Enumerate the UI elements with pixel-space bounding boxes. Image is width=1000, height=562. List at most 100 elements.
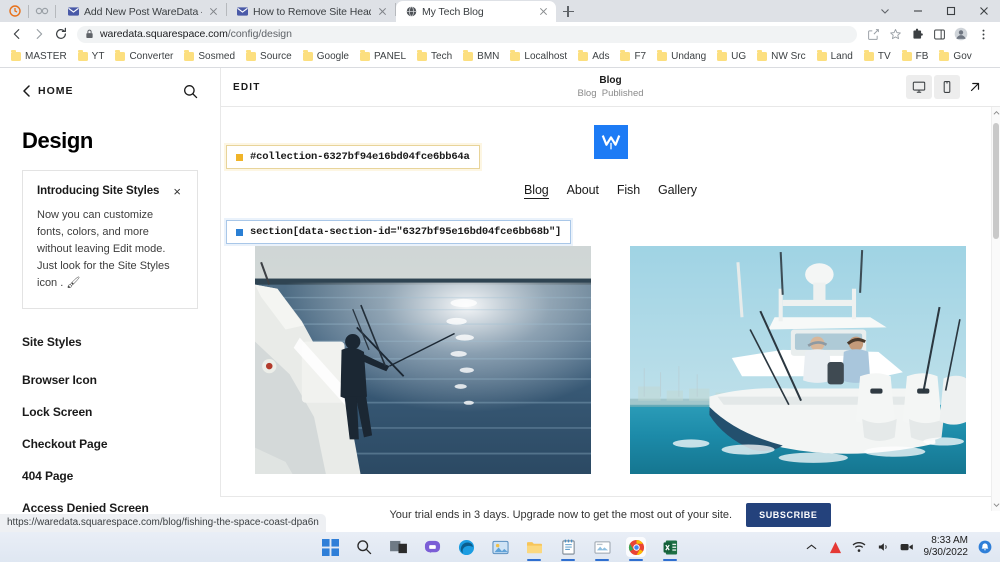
bookmark-item[interactable]: BMN <box>458 49 504 64</box>
bookmark-item[interactable]: YT <box>73 49 110 64</box>
chrome-icon[interactable] <box>626 537 646 561</box>
show-hidden-icons-chevron[interactable] <box>804 540 819 555</box>
tab-groups-icon[interactable] <box>31 0 53 22</box>
bookmark-item[interactable]: Tech <box>412 49 457 64</box>
bookmark-item[interactable]: Ads <box>573 49 614 64</box>
new-tab-button[interactable] <box>556 1 580 22</box>
nav-link-blog[interactable]: Blog <box>524 183 549 199</box>
bookmark-item[interactable]: NW Src <box>752 49 810 64</box>
blog-post-image-1[interactable] <box>255 246 591 474</box>
site-logo[interactable] <box>593 125 628 159</box>
antivirus-icon[interactable] <box>828 540 843 555</box>
news-icon[interactable] <box>592 537 612 561</box>
clock-time: 8:33 AM <box>931 535 968 546</box>
reload-icon[interactable] <box>51 24 71 44</box>
site-nav: Blog About Fish Gallery <box>221 183 1000 199</box>
close-icon[interactable] <box>376 5 389 18</box>
bookmark-label: Google <box>316 51 349 62</box>
sidebar-back-home[interactable]: HOME <box>22 85 74 97</box>
extensions-icon[interactable] <box>907 24 927 44</box>
browser-tab-2[interactable]: How to Remove Site Header Sq <box>227 1 395 22</box>
nav-link-fish[interactable]: Fish <box>617 183 640 199</box>
camera-icon[interactable] <box>900 540 915 555</box>
task-view-icon[interactable] <box>388 537 408 557</box>
volume-icon[interactable] <box>876 540 891 555</box>
excel-icon[interactable] <box>660 537 680 561</box>
tab-strip-divider <box>28 4 29 18</box>
preview-scrollbar[interactable] <box>991 107 1000 511</box>
notepad-icon[interactable] <box>558 537 578 561</box>
bookmark-item[interactable]: Gov <box>934 49 976 64</box>
bookmark-item[interactable]: Land <box>812 49 858 64</box>
external-link-icon[interactable] <box>962 75 988 99</box>
blog-post-image-2[interactable] <box>630 246 966 474</box>
minimize-icon[interactable] <box>901 0 934 22</box>
folder-icon <box>816 50 827 61</box>
status-bar-url: https://waredata.squarespace.com/blog/fi… <box>0 514 326 532</box>
side-panel-icon[interactable] <box>929 24 949 44</box>
profile-avatar-icon[interactable] <box>951 24 971 44</box>
subscribe-button[interactable]: SUBSCRIBE <box>746 502 831 527</box>
bookmark-item[interactable]: UG <box>712 49 751 64</box>
bookmark-label: TV <box>877 51 891 62</box>
close-icon[interactable] <box>207 5 220 18</box>
folder-icon <box>246 50 257 61</box>
fishing-from-boat-photo <box>255 246 591 474</box>
close-icon[interactable] <box>537 5 550 18</box>
scroll-up-icon[interactable] <box>992 107 1000 119</box>
bookmark-item[interactable]: Google <box>298 49 354 64</box>
nav-link-about[interactable]: About <box>567 183 599 199</box>
browser-tab-1[interactable]: Add New Post WareData — W <box>58 1 226 22</box>
bookmark-item[interactable]: F7 <box>615 49 651 64</box>
chrome-menu-icon[interactable] <box>973 24 993 44</box>
bookmark-item[interactable]: Localhost <box>505 49 572 64</box>
bookmark-item[interactable]: FB <box>897 49 934 64</box>
edit-button[interactable]: EDIT <box>233 82 261 93</box>
desktop-icon[interactable] <box>906 75 932 99</box>
browser-tab-3-active[interactable]: My Tech Blog <box>396 1 556 22</box>
start-windows-icon[interactable] <box>320 537 340 557</box>
sidebar-item-site-styles[interactable]: Site Styles <box>22 335 198 349</box>
bookmark-label: Localhost <box>524 51 568 62</box>
bookmark-star-icon[interactable] <box>885 24 905 44</box>
bookmark-label: Sosmed <box>198 51 236 62</box>
sidebar-item-404-page[interactable]: 404 Page <box>22 469 198 483</box>
bookmark-item[interactable]: Converter <box>110 49 178 64</box>
folder-icon <box>578 50 589 61</box>
share-icon[interactable] <box>863 24 883 44</box>
chat-icon[interactable] <box>422 537 442 557</box>
forward-icon[interactable] <box>29 24 49 44</box>
edge-icon[interactable] <box>456 537 476 557</box>
bookmark-item[interactable]: MASTER <box>6 49 72 64</box>
back-icon[interactable] <box>7 24 27 44</box>
sidebar-item-browser-icon[interactable]: Browser Icon <box>22 373 198 387</box>
bookmark-item[interactable]: Source <box>241 49 297 64</box>
bookmark-item[interactable]: Undang <box>652 49 711 64</box>
maximize-icon[interactable] <box>934 0 967 22</box>
address-bar[interactable]: waredata.squarespace.com/config/design <box>77 25 857 43</box>
bookmark-item[interactable]: Sosmed <box>179 49 240 64</box>
nav-link-gallery[interactable]: Gallery <box>658 183 697 199</box>
scroll-down-icon[interactable] <box>992 499 1000 511</box>
chevron-down-icon[interactable] <box>868 0 901 22</box>
taskbar-clock[interactable]: 8:33 AM 9/30/2022 <box>924 535 969 559</box>
search-icon[interactable] <box>183 84 198 99</box>
browser-window: Add New Post WareData — W How to Remove … <box>0 0 1000 547</box>
wifi-icon[interactable] <box>852 540 867 555</box>
close-icon[interactable]: × <box>171 185 183 198</box>
tab-search-recent-icon[interactable] <box>4 0 26 22</box>
promo-body: Now you can customize fonts, colors, and… <box>37 209 170 290</box>
scrollbar-thumb[interactable] <box>993 123 999 239</box>
bookmark-item[interactable]: PANEL <box>355 49 411 64</box>
section-handle-icon <box>236 228 243 236</box>
bookmarks-bar: MASTER YT Converter Sosmed Source Google PANEL… <box>0 46 1000 68</box>
mobile-icon[interactable] <box>934 75 960 99</box>
photos-icon[interactable] <box>490 537 510 557</box>
notification-bell-icon[interactable] <box>977 540 992 555</box>
close-icon[interactable] <box>967 0 1000 22</box>
sidebar-item-checkout-page[interactable]: Checkout Page <box>22 437 198 451</box>
sidebar-item-lock-screen[interactable]: Lock Screen <box>22 405 198 419</box>
search-icon[interactable] <box>354 537 374 557</box>
bookmark-item[interactable]: TV <box>859 49 896 64</box>
file-explorer-icon[interactable] <box>524 537 544 561</box>
